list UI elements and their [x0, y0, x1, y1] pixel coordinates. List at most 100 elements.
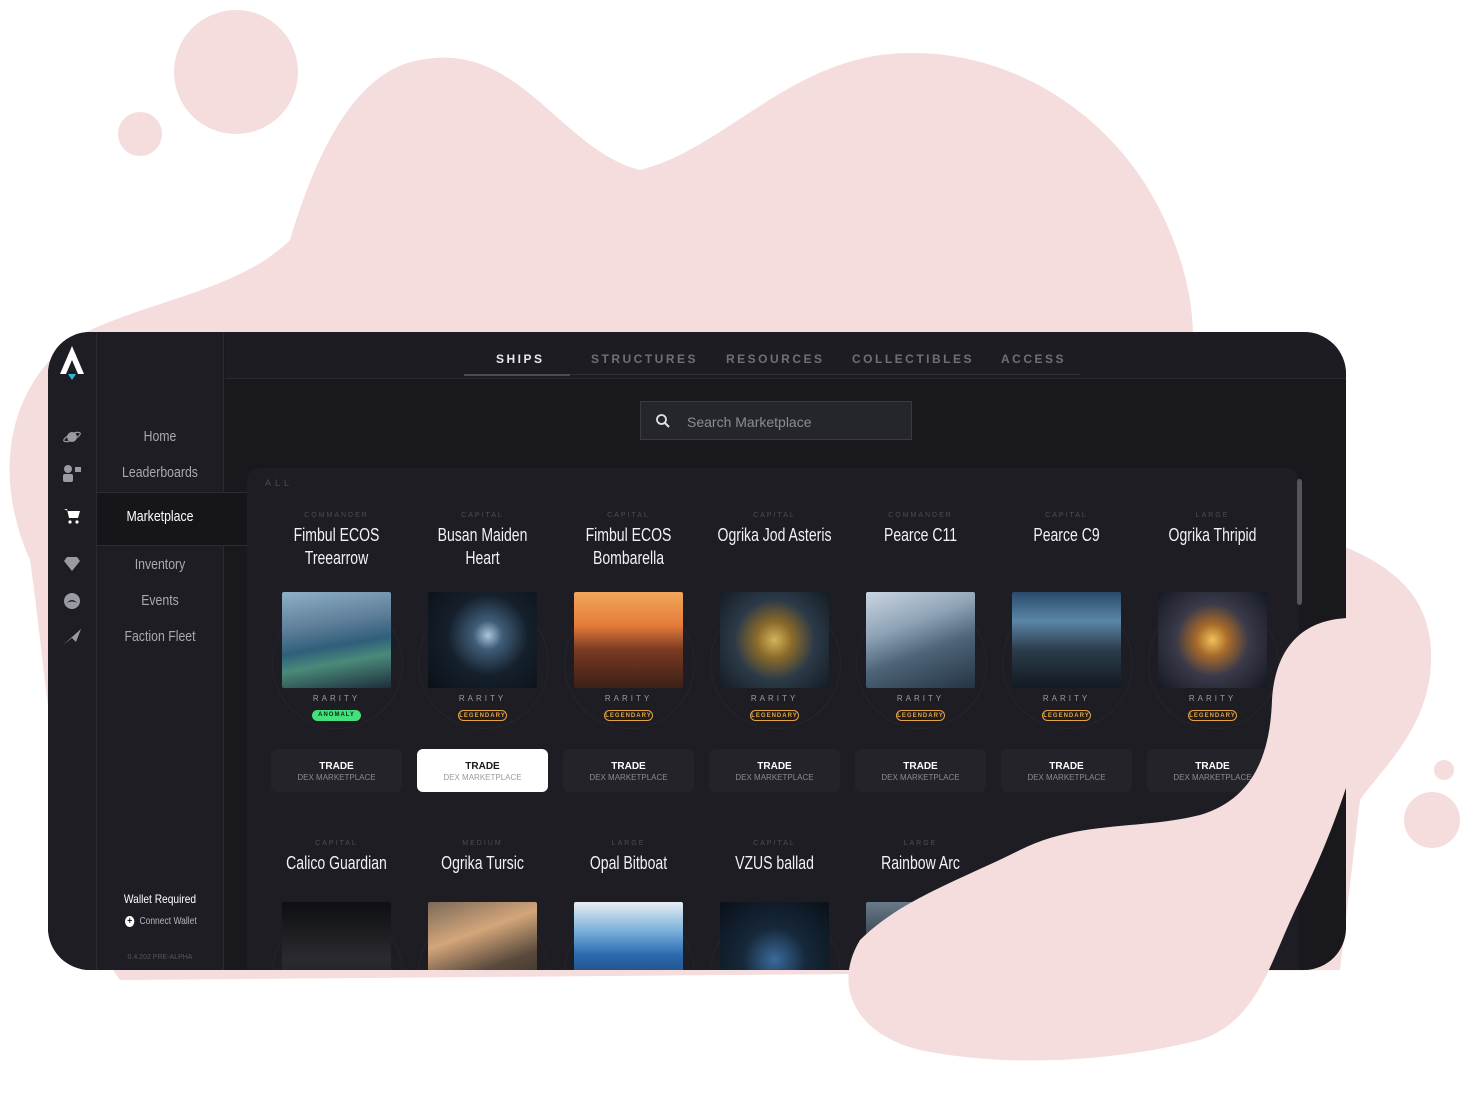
wallet-required-label: Wallet Required	[123, 892, 197, 906]
leaderboard-icon[interactable]	[60, 464, 84, 484]
rarity-label: RARITY	[604, 694, 653, 703]
nav-item-home[interactable]: Home	[108, 428, 211, 445]
category-tabs: SHIPS STRUCTURES RESOURCES COLLECTIBLES …	[225, 332, 1346, 379]
filter-all-label[interactable]: ALL	[265, 478, 293, 488]
ship-name: Pearce C11	[883, 525, 958, 545]
plus-icon: +	[125, 916, 135, 927]
rarity-badge: LEGENDARY	[1188, 710, 1237, 721]
trade-button[interactable]: TRADE DEX MARKETPLACE	[1001, 749, 1132, 792]
main-content: SHIPS STRUCTURES RESOURCES COLLECTIBLES …	[225, 332, 1346, 970]
rarity-label: RARITY	[1042, 694, 1091, 703]
trade-sub-label: DEX MARKETPLACE	[443, 773, 522, 782]
ship-name: Fimbul ECOS Treearrow	[293, 525, 380, 568]
trade-sub-label: DEX MARKETPLACE	[1173, 773, 1252, 782]
tab-collectibles[interactable]: COLLECTIBLES	[852, 352, 974, 366]
ship-art: RARITY LEGENDARY	[1147, 590, 1279, 730]
nav-item-marketplace[interactable]: Marketplace	[108, 508, 211, 525]
ship-art	[417, 900, 549, 970]
connect-wallet-label: Connect Wallet	[139, 916, 197, 927]
faction-fleet-icon[interactable]	[60, 628, 84, 648]
rarity-badge: ANOMALY	[312, 710, 361, 721]
trade-label: TRADE	[1195, 761, 1230, 772]
ship-category: CAPITAL	[607, 512, 650, 519]
trade-sub-label: DEX MARKETPLACE	[881, 773, 960, 782]
ship-art: RARITY LEGENDARY	[417, 590, 549, 730]
search-box[interactable]	[640, 401, 912, 441]
trade-label: TRADE	[319, 761, 354, 772]
trade-label: TRADE	[757, 761, 792, 772]
rarity-label: RARITY	[750, 694, 799, 703]
planet-icon[interactable]	[60, 428, 84, 448]
ship-image	[720, 592, 829, 688]
trade-label: TRADE	[465, 761, 500, 772]
app-window: Home Leaderboards Marketplace Inventory …	[48, 332, 1346, 970]
ship-art	[709, 900, 841, 970]
ship-art: RARITY LEGENDARY	[563, 590, 695, 730]
nav-item-events[interactable]: Events	[108, 592, 211, 609]
diamond-icon[interactable]	[60, 556, 84, 576]
trade-button[interactable]: TRADE DEX MARKETPLACE	[855, 749, 986, 792]
trade-button[interactable]: TRADE DEX MARKETPLACE	[709, 749, 840, 792]
trade-button[interactable]: TRADE DEX MARKETPLACE	[271, 749, 402, 792]
trade-label: TRADE	[1049, 761, 1084, 772]
rarity-label: RARITY	[1188, 694, 1237, 703]
ship-name: Fimbul	[1045, 853, 1088, 873]
trade-label: TRADE	[611, 761, 646, 772]
ship-category: CAPITAL	[315, 840, 358, 847]
active-tab-indicator	[464, 374, 570, 376]
ship-category: LARGE	[611, 840, 646, 847]
trade-button[interactable]: TRADE DEX MARKETPLACE	[563, 749, 694, 792]
app-logo-icon[interactable]	[58, 344, 86, 380]
ship-category: COMMANDER	[888, 512, 953, 519]
ship-image	[282, 592, 391, 688]
rarity-badge: LEGENDARY	[750, 710, 799, 721]
icon-rail	[48, 332, 97, 970]
nav-item-inventory[interactable]: Inventory	[108, 556, 211, 573]
ship-name: Pearce C9	[1033, 525, 1100, 545]
nav-item-leaderboards[interactable]: Leaderboards	[108, 464, 211, 481]
ship-image	[1158, 592, 1267, 688]
side-nav: Home Leaderboards Marketplace Inventory …	[97, 332, 273, 970]
ship-art	[855, 900, 987, 970]
search-input[interactable]	[685, 402, 909, 441]
tab-resources[interactable]: RESOURCES	[726, 352, 825, 366]
rarity-badge: LEGENDARY	[1042, 710, 1091, 721]
ship-image	[720, 902, 829, 970]
trade-label: TRADE	[903, 761, 938, 772]
ship-category: CAPITAL	[461, 512, 504, 519]
rarity-label: RARITY	[458, 694, 507, 703]
ship-name: Busan Maiden Heart	[437, 525, 528, 568]
connect-wallet-link[interactable]: + Connect Wallet	[125, 916, 197, 927]
ship-art: RARITY ANOMALY	[271, 590, 403, 730]
trade-sub-label: DEX MARKETPLACE	[297, 773, 376, 782]
ship-category: X	[1063, 840, 1070, 847]
ship-category: MEDIUM	[462, 840, 503, 847]
ship-name: Rainbow Arc	[881, 853, 960, 873]
ship-art	[563, 900, 695, 970]
ship-name: Calico Guardian	[286, 853, 387, 873]
ship-image	[866, 592, 975, 688]
trade-button[interactable]: TRADE DEX MARKETPLACE	[417, 749, 548, 792]
ship-name: Ogrika Tursic	[441, 853, 524, 873]
ship-art: RARITY LEGENDARY	[1001, 590, 1133, 730]
ship-category: CAPITAL	[1045, 512, 1088, 519]
tab-access[interactable]: ACCESS	[1001, 352, 1066, 366]
ship-image	[574, 902, 683, 970]
ship-image	[428, 902, 537, 970]
ship-name: Ogrika Thripid	[1168, 525, 1257, 545]
rarity-badge: LEGENDARY	[896, 710, 945, 721]
ship-category: LARGE	[1195, 512, 1230, 519]
ship-name: Opal Bitboat	[589, 853, 668, 873]
trade-sub-label: DEX MARKETPLACE	[735, 773, 814, 782]
nav-item-faction-fleet[interactable]: Faction Fleet	[108, 628, 211, 645]
ship-art: RARITY LEGENDARY	[855, 590, 987, 730]
cart-icon[interactable]	[60, 508, 84, 528]
rarity-label: RARITY	[312, 694, 361, 703]
ship-image	[574, 592, 683, 688]
tab-ships[interactable]: SHIPS	[496, 352, 545, 366]
events-icon[interactable]	[60, 592, 84, 612]
tab-structures[interactable]: STRUCTURES	[591, 352, 698, 366]
trade-button[interactable]: TRADE DEX MARKETPLACE	[1147, 749, 1278, 792]
trade-sub-label: DEX MARKETPLACE	[1027, 773, 1106, 782]
grid-scrollbar[interactable]	[1297, 479, 1302, 605]
